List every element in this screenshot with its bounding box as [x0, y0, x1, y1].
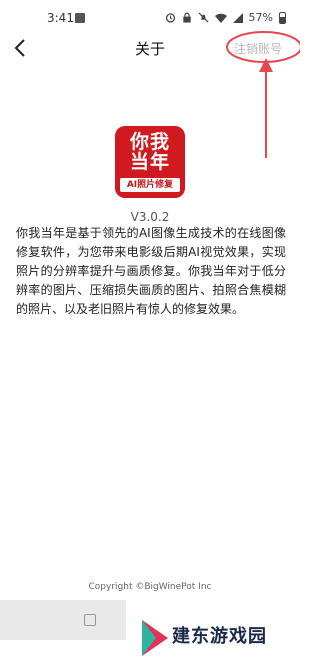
- lock-icon: [182, 12, 191, 23]
- watermark: 建东游戏园: [138, 620, 298, 660]
- battery-percent: 57%: [248, 11, 273, 24]
- status-time: 3:41: [47, 11, 74, 25]
- signal-icon: [232, 12, 243, 23]
- status-icons: 57%: [165, 11, 286, 24]
- alarm-icon: [165, 13, 175, 23]
- app-description: 你我当年是基于领先的AI图像生成技术的在线图像修复软件，为您带来电影级后期AI视…: [16, 226, 286, 316]
- app-version: V3.0.2: [130, 210, 170, 224]
- battery-icon: [279, 11, 286, 24]
- deregister-account-button[interactable]: 注销账号: [234, 40, 282, 57]
- mute-icon: [198, 12, 209, 23]
- copyright-text: Copyright ©BigWinePot Inc: [88, 582, 212, 592]
- app-logo: 你我 当年 AI照片修复: [115, 126, 185, 198]
- wifi-icon: [214, 13, 227, 23]
- bottom-strip: [0, 600, 126, 640]
- image-icon: [75, 13, 85, 23]
- status-bar: 3:41 57%: [0, 0, 300, 34]
- watermark-text: 建东游戏园: [172, 626, 267, 647]
- app-logo-text: 你我 当年: [129, 131, 170, 173]
- watermark-logo-icon: [142, 620, 168, 656]
- nav-bar: 关于 注销账号: [0, 34, 300, 64]
- checkbox-square-icon: [84, 614, 96, 626]
- app-logo-band: AI照片修复: [120, 178, 180, 192]
